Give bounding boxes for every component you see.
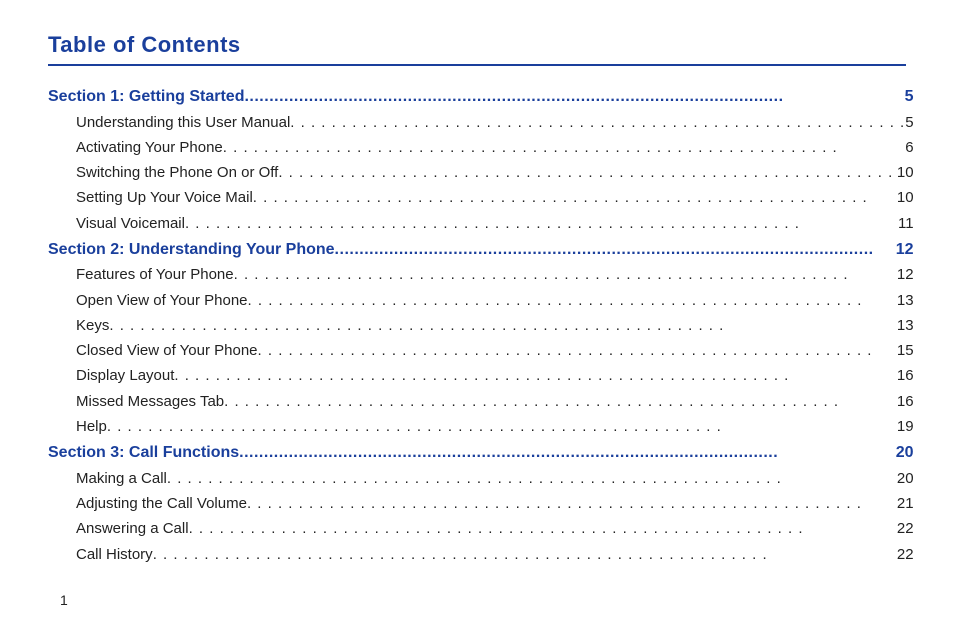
toc-entry-label: Activating Your Phone	[76, 138, 223, 158]
toc-sub-entry: Making a Call 20	[48, 469, 914, 489]
toc-leader-dots	[234, 265, 897, 285]
toc-sub-entry: Missed Messages Tab 16	[48, 392, 914, 412]
toc-column-left: Section 1: Getting Started 5Understandin…	[48, 86, 914, 570]
toc-entry-label: Closed View of Your Phone	[76, 341, 258, 361]
toc-sub-entry: Keys 13	[48, 316, 914, 336]
toc-entry-label: Understanding this User Manual	[76, 113, 290, 133]
toc-entry-page: 20	[896, 442, 914, 464]
toc-entry-page: 22	[897, 545, 914, 565]
page-number: 1	[60, 592, 68, 608]
toc-columns: Section 1: Getting Started 5Understandin…	[48, 86, 906, 570]
toc-leader-dots	[189, 519, 897, 539]
toc-entry-label: Visual Voicemail	[76, 214, 185, 234]
toc-entry-page: 5	[905, 113, 913, 133]
toc-entry-page: 13	[897, 291, 914, 311]
toc-sub-entry: Closed View of Your Phone 15	[48, 341, 914, 361]
toc-entry-page: 12	[897, 265, 914, 285]
toc-entry-page: 16	[897, 392, 914, 412]
toc-leader-dots	[239, 442, 896, 464]
toc-section-entry[interactable]: Section 1: Getting Started 5	[48, 86, 914, 108]
toc-entry-page: 6	[905, 138, 913, 158]
toc-leader-dots	[258, 341, 897, 361]
toc-leader-dots	[109, 316, 897, 336]
toc-leader-dots	[253, 188, 897, 208]
toc-leader-dots	[244, 86, 904, 108]
toc-entry-label: Section 2: Understanding Your Phone	[48, 239, 335, 261]
toc-entry-page: 22	[897, 519, 914, 539]
toc-entry-page: 5	[905, 86, 914, 108]
toc-entry-page: 21	[897, 494, 914, 514]
toc-sub-entry: Adjusting the Call Volume 21	[48, 494, 914, 514]
toc-leader-dots	[174, 366, 896, 386]
toc-entry-label: Call History	[76, 545, 153, 565]
toc-entry-label: Section 3: Call Functions	[48, 442, 239, 464]
toc-entry-label: Switching the Phone On or Off	[76, 163, 278, 183]
toc-title: Table of Contents	[48, 32, 906, 66]
toc-leader-dots	[248, 291, 897, 311]
toc-sub-entry: Open View of Your Phone 13	[48, 291, 914, 311]
toc-entry-page: 10	[897, 188, 914, 208]
toc-sub-entry: Activating Your Phone 6	[48, 138, 914, 158]
toc-sub-entry: Switching the Phone On or Off 10	[48, 163, 914, 183]
toc-entry-page: 10	[897, 163, 914, 183]
toc-sub-entry: Answering a Call 22	[48, 519, 914, 539]
toc-entry-label: Answering a Call	[76, 519, 189, 539]
toc-leader-dots	[335, 239, 896, 261]
toc-entry-label: Section 1: Getting Started	[48, 86, 244, 108]
toc-sub-entry: Help 19	[48, 417, 914, 437]
toc-leader-dots	[153, 545, 897, 565]
toc-leader-dots	[278, 163, 897, 183]
toc-entry-page: 19	[897, 417, 914, 437]
toc-sub-entry: Display Layout 16	[48, 366, 914, 386]
toc-leader-dots	[107, 417, 897, 437]
toc-sub-entry: Call History 22	[48, 545, 914, 565]
toc-section-entry[interactable]: Section 2: Understanding Your Phone 12	[48, 239, 914, 261]
toc-leader-dots	[185, 214, 898, 234]
toc-entry-label: Setting Up Your Voice Mail	[76, 188, 253, 208]
toc-entry-label: Keys	[76, 316, 109, 336]
toc-leader-dots	[167, 469, 897, 489]
toc-entry-label: Making a Call	[76, 469, 167, 489]
toc-entry-label: Features of Your Phone	[76, 265, 234, 285]
toc-leader-dots	[290, 113, 905, 133]
toc-sub-entry: Features of Your Phone 12	[48, 265, 914, 285]
toc-entry-label: Help	[76, 417, 107, 437]
toc-leader-dots	[224, 392, 897, 412]
toc-entry-page: 12	[896, 239, 914, 261]
toc-sub-entry: Visual Voicemail 11	[48, 214, 914, 234]
toc-entry-label: Adjusting the Call Volume	[76, 494, 247, 514]
toc-entry-label: Missed Messages Tab	[76, 392, 224, 412]
toc-entry-page: 16	[897, 366, 914, 386]
toc-entry-page: 20	[897, 469, 914, 489]
toc-entry-label: Display Layout	[76, 366, 174, 386]
toc-entry-page: 15	[897, 341, 914, 361]
toc-sub-entry: Setting Up Your Voice Mail 10	[48, 188, 914, 208]
toc-leader-dots	[247, 494, 897, 514]
toc-entry-page: 11	[898, 214, 914, 234]
toc-entry-page: 13	[897, 316, 914, 336]
toc-entry-label: Open View of Your Phone	[76, 291, 248, 311]
toc-section-entry[interactable]: Section 3: Call Functions 20	[48, 442, 914, 464]
toc-leader-dots	[223, 138, 905, 158]
toc-sub-entry: Understanding this User Manual 5	[48, 113, 914, 133]
